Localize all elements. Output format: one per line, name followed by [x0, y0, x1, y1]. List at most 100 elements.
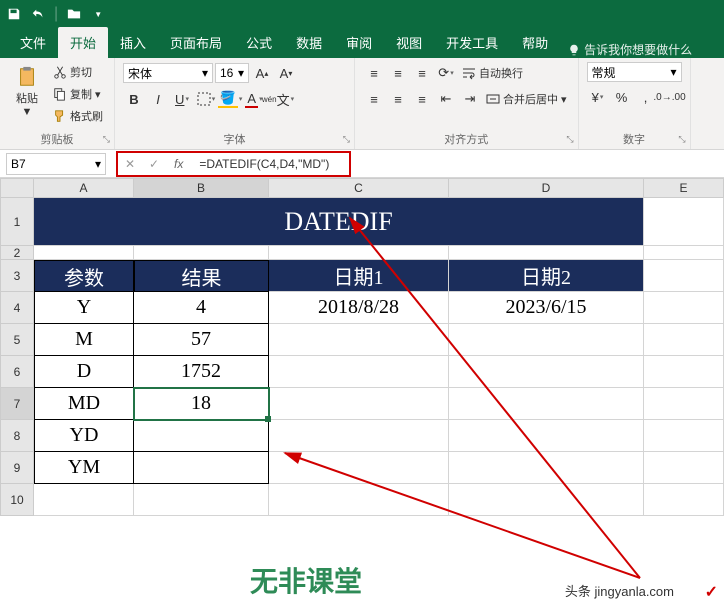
italic-button[interactable]: I — [147, 88, 169, 110]
align-center-button[interactable]: ≡ — [387, 88, 409, 110]
cell-result[interactable]: 4 — [134, 292, 269, 324]
tab-file[interactable]: 文件 — [8, 27, 58, 58]
phonetic-button[interactable]: wén文▾ — [267, 88, 289, 110]
tab-view[interactable]: 视图 — [384, 27, 434, 58]
cell-result[interactable]: 1752 — [134, 356, 269, 388]
header-param[interactable]: 参数 — [34, 260, 134, 292]
cell[interactable] — [269, 420, 449, 452]
cell-result[interactable] — [134, 420, 269, 452]
fx-icon[interactable]: fx — [166, 157, 191, 171]
row-header-1[interactable]: 1 — [0, 198, 34, 246]
decrease-font-button[interactable]: A▾ — [275, 62, 297, 84]
row-header-7[interactable]: 7 — [0, 388, 34, 420]
cell[interactable] — [449, 484, 644, 516]
cell[interactable] — [269, 324, 449, 356]
fill-color-button[interactable]: 🪣▾ — [219, 88, 241, 110]
cell[interactable] — [269, 452, 449, 484]
cell[interactable] — [449, 420, 644, 452]
merge-center-button[interactable]: 合并后居中▾ — [483, 89, 570, 109]
percent-button[interactable]: % — [611, 86, 633, 108]
align-right-button[interactable]: ≡ — [411, 88, 433, 110]
row-header-3[interactable]: 3 — [0, 260, 34, 292]
undo-icon[interactable] — [30, 6, 46, 22]
cell[interactable] — [449, 324, 644, 356]
cell[interactable] — [644, 420, 724, 452]
cell[interactable] — [644, 260, 724, 292]
paste-button[interactable]: 粘贴 ▼ — [8, 62, 46, 122]
folder-icon[interactable] — [66, 6, 82, 22]
cell-result-selected[interactable]: 18 — [134, 388, 269, 420]
cell[interactable] — [644, 452, 724, 484]
increase-indent-button[interactable]: ⇥ — [459, 88, 481, 110]
col-header-a[interactable]: A — [34, 178, 134, 198]
cell[interactable] — [644, 292, 724, 324]
decrease-indent-button[interactable]: ⇤ — [435, 88, 457, 110]
fill-handle[interactable] — [265, 416, 271, 422]
cell[interactable] — [644, 198, 724, 246]
align-bottom-button[interactable]: ≡ — [411, 62, 433, 84]
cell[interactable] — [449, 356, 644, 388]
font-size-select[interactable]: 16▾ — [215, 63, 249, 83]
launcher-icon[interactable]: ⤡ — [103, 134, 110, 145]
format-painter-button[interactable]: 格式刷 — [50, 106, 106, 126]
cell[interactable] — [134, 484, 269, 516]
row-header-9[interactable]: 9 — [0, 452, 34, 484]
cell[interactable] — [34, 246, 134, 260]
cell[interactable] — [644, 484, 724, 516]
cell-param[interactable]: M — [34, 324, 134, 356]
cell[interactable] — [644, 324, 724, 356]
increase-font-button[interactable]: A▴ — [251, 62, 273, 84]
cancel-formula-button[interactable]: ✕ — [118, 153, 142, 175]
row-header-6[interactable]: 6 — [0, 356, 34, 388]
cell[interactable] — [449, 452, 644, 484]
header-date1[interactable]: 日期1 — [269, 260, 449, 292]
cell[interactable] — [269, 356, 449, 388]
launcher-icon[interactable]: ⤡ — [566, 134, 573, 145]
col-header-e[interactable]: E — [644, 178, 724, 198]
cell[interactable] — [644, 246, 724, 260]
cell[interactable] — [449, 246, 644, 260]
col-header-c[interactable]: C — [269, 178, 449, 198]
tab-insert[interactable]: 插入 — [108, 27, 158, 58]
cut-button[interactable]: 剪切 — [50, 62, 106, 82]
header-date2[interactable]: 日期2 — [449, 260, 644, 292]
tab-home[interactable]: 开始 — [58, 27, 108, 58]
save-icon[interactable] — [6, 6, 22, 22]
select-all-corner[interactable] — [0, 178, 34, 198]
wrap-text-button[interactable]: 自动换行 — [459, 63, 526, 83]
cell-date2[interactable]: 2023/6/15 — [449, 292, 644, 324]
borders-button[interactable]: ▾ — [195, 88, 217, 110]
qat-dropdown-icon[interactable]: ▼ — [90, 6, 106, 22]
cell-date1[interactable]: 2018/8/28 — [269, 292, 449, 324]
name-box[interactable]: B7▾ — [6, 153, 106, 175]
row-header-5[interactable]: 5 — [0, 324, 34, 356]
tab-layout[interactable]: 页面布局 — [158, 27, 234, 58]
row-header-8[interactable]: 8 — [0, 420, 34, 452]
row-header-2[interactable]: 2 — [0, 246, 34, 260]
font-name-select[interactable]: 宋体▾ — [123, 63, 213, 83]
row-header-4[interactable]: 4 — [0, 292, 34, 324]
number-format-select[interactable]: 常规▾ — [587, 62, 682, 82]
cell-param[interactable]: YM — [34, 452, 134, 484]
cell[interactable] — [34, 484, 134, 516]
launcher-icon[interactable]: ⤡ — [678, 134, 685, 145]
tab-dev[interactable]: 开发工具 — [434, 27, 510, 58]
cell-param[interactable]: Y — [34, 292, 134, 324]
align-middle-button[interactable]: ≡ — [387, 62, 409, 84]
formula-input[interactable]: =DATEDIF(C4,D4,"MD") — [191, 157, 329, 171]
cell-result[interactable] — [134, 452, 269, 484]
copy-button[interactable]: 复制▾ — [50, 84, 106, 104]
underline-button[interactable]: U▾ — [171, 88, 193, 110]
launcher-icon[interactable]: ⤡ — [343, 134, 350, 145]
row-header-10[interactable]: 10 — [0, 484, 34, 516]
cell[interactable] — [449, 388, 644, 420]
cell-param[interactable]: MD — [34, 388, 134, 420]
tell-me-search[interactable]: 告诉我你想要做什么 — [568, 41, 692, 58]
col-header-d[interactable]: D — [449, 178, 644, 198]
cell-param[interactable]: YD — [34, 420, 134, 452]
title-cell[interactable]: DATEDIF — [34, 198, 644, 246]
orientation-button[interactable]: ⟳▾ — [435, 62, 457, 84]
currency-button[interactable]: ¥▾ — [587, 86, 609, 108]
cell-param[interactable]: D — [34, 356, 134, 388]
tab-data[interactable]: 数据 — [284, 27, 334, 58]
